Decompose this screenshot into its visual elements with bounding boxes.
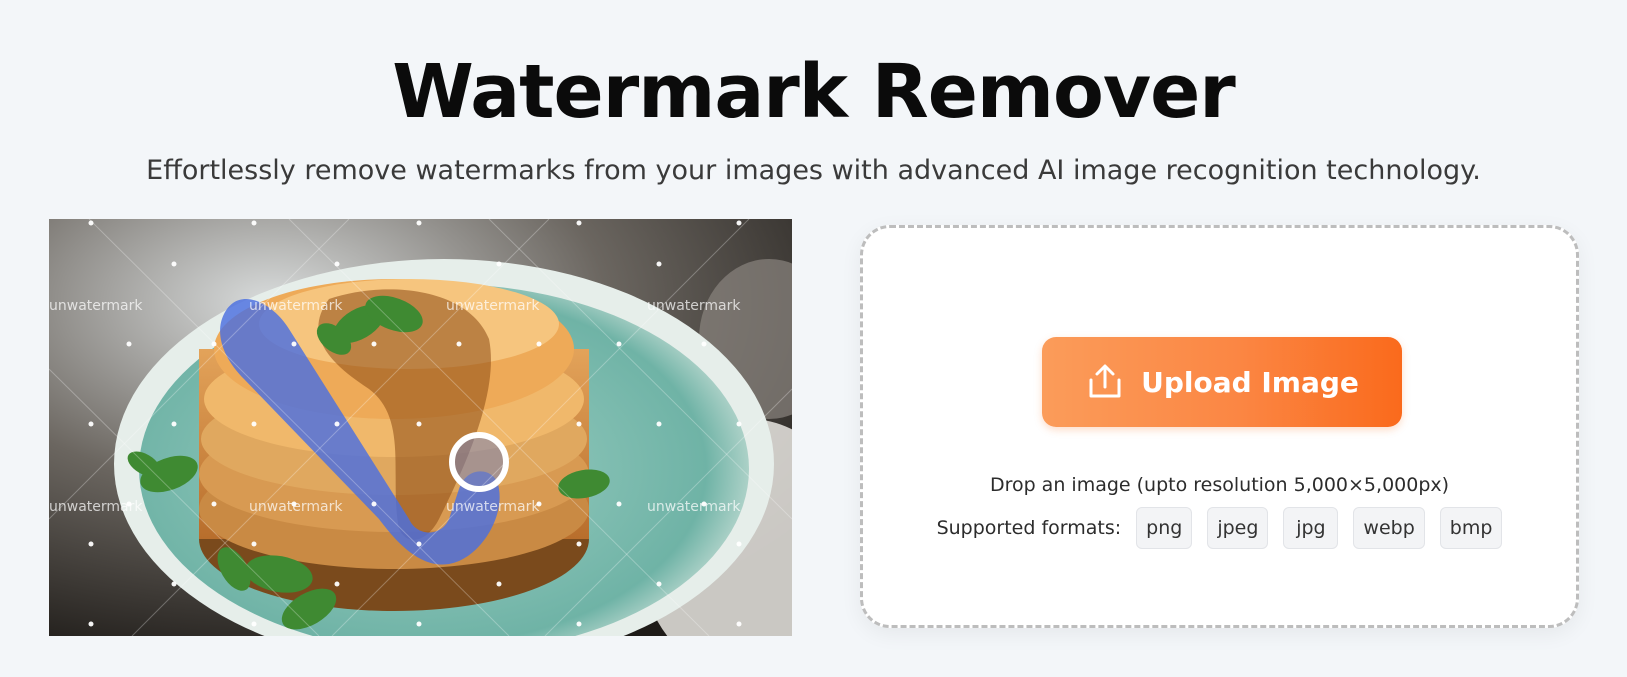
watermark-text: unwatermark bbox=[249, 499, 343, 515]
drop-instructions: Drop an image (upto resolution 5,000×5,0… bbox=[989, 474, 1450, 496]
supported-formats: Supported formats: png jpeg jpg webp bmp bbox=[863, 507, 1576, 549]
watermark-text: unwatermark bbox=[49, 298, 143, 314]
watermark-text: unwatermark bbox=[49, 499, 143, 515]
watermark-text: unwatermark bbox=[446, 499, 540, 515]
format-chip-webp: webp bbox=[1353, 507, 1425, 549]
page-subtitle: Effortlessly remove watermarks from your… bbox=[146, 155, 1481, 186]
upload-image-button[interactable]: Upload Image bbox=[1042, 337, 1402, 427]
demo-image: unwatermark unwatermark unwatermark unwa… bbox=[49, 219, 792, 636]
upload-button-label: Upload Image bbox=[1141, 365, 1359, 399]
demo-image-illustration: unwatermark unwatermark unwatermark unwa… bbox=[49, 219, 792, 636]
format-chip-jpeg: jpeg bbox=[1207, 507, 1269, 549]
format-chip-png: png bbox=[1136, 507, 1193, 549]
format-chip-bmp: bmp bbox=[1439, 507, 1503, 549]
page: Watermark Remover Effortlessly remove wa… bbox=[0, 0, 1627, 677]
upload-dropzone[interactable]: Upload Image Drop an image (upto resolut… bbox=[860, 225, 1579, 628]
watermark-text: unwatermark bbox=[647, 499, 741, 515]
page-title: Watermark Remover bbox=[392, 49, 1236, 135]
watermark-text: unwatermark bbox=[446, 298, 540, 314]
watermark-text: unwatermark bbox=[249, 298, 343, 314]
formats-label: Supported formats: bbox=[936, 517, 1122, 539]
upload-icon bbox=[1085, 362, 1125, 402]
format-chip-jpg: jpg bbox=[1283, 507, 1339, 549]
watermark-text: unwatermark bbox=[647, 298, 741, 314]
